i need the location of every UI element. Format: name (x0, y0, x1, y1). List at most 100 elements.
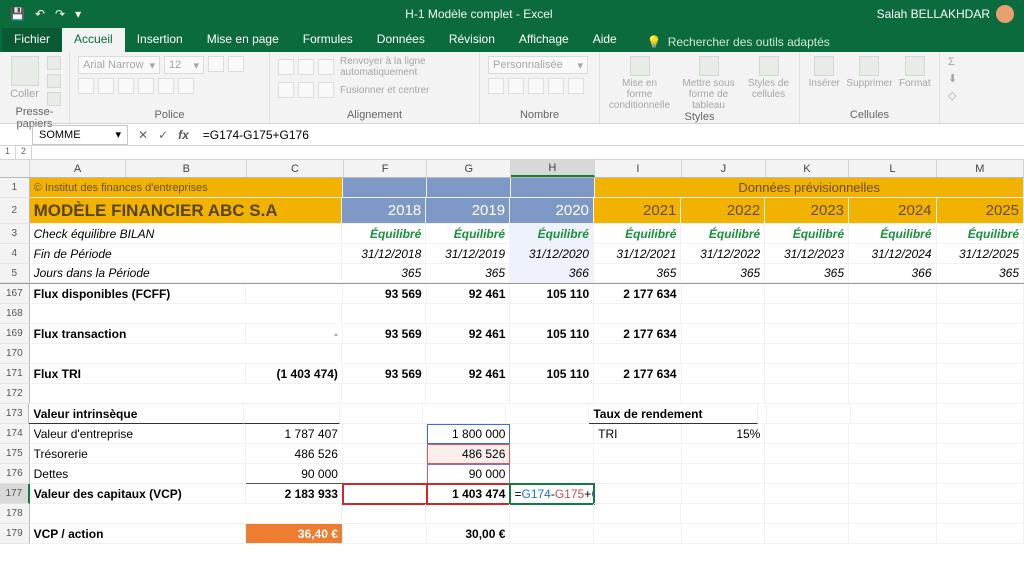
flux-transaction-dash[interactable]: - (246, 324, 343, 344)
clear-icon[interactable]: ◇ (948, 89, 956, 102)
col-M[interactable]: M (937, 160, 1024, 177)
formula-input[interactable]: =G174-G175+G176 (197, 128, 1024, 142)
decrease-font-icon[interactable] (228, 56, 244, 72)
cut-icon[interactable] (47, 56, 61, 70)
tri-label[interactable]: TRI (594, 424, 681, 444)
format-painter-icon[interactable] (47, 92, 61, 106)
treso-label[interactable]: Trésorerie (30, 444, 247, 464)
border-icon[interactable] (138, 78, 154, 94)
underline-icon[interactable] (118, 78, 134, 94)
year-L[interactable]: 2024 (849, 198, 937, 224)
outline-1[interactable]: 1 (0, 146, 16, 159)
redo-icon[interactable]: ↷ (55, 7, 65, 21)
bold-icon[interactable] (78, 78, 94, 94)
outline-2[interactable]: 2 (16, 146, 32, 159)
col-K[interactable]: K (766, 160, 850, 177)
fill-icon[interactable]: ⬇ (948, 72, 957, 85)
vcp-C[interactable]: 2 183 933 (246, 484, 343, 504)
fill-color-icon[interactable] (158, 78, 174, 94)
taux-rendement-label[interactable]: Taux de rendement (589, 404, 758, 424)
tab-insert[interactable]: Insertion (125, 28, 195, 52)
flux-tri-C[interactable]: (1 403 474) (246, 364, 343, 384)
col-F[interactable]: F (344, 160, 428, 177)
col-H[interactable]: H (511, 160, 595, 177)
ve-label[interactable]: Valeur d'entreprise (30, 424, 247, 444)
enter-formula-icon[interactable]: ✓ (158, 128, 168, 142)
col-B[interactable]: B (126, 160, 247, 177)
font-size-select[interactable]: 12▾ (164, 56, 204, 74)
col-G[interactable]: G (427, 160, 511, 177)
vcp-G[interactable]: 1 403 474 (427, 484, 511, 504)
col-J[interactable]: J (682, 160, 766, 177)
name-box[interactable]: SOMME ▾ (32, 125, 128, 145)
insert-cells-button[interactable]: Insérer (808, 56, 840, 89)
user-name[interactable]: Salah BELLAKHDAR (877, 7, 990, 21)
col-I[interactable]: I (595, 160, 682, 177)
wrap-text-button[interactable]: Renvoyer à la ligne automatiquement (340, 56, 471, 78)
vcp-action-label[interactable]: VCP / action (30, 524, 247, 544)
vcp-action-C[interactable]: 36,40 € (246, 524, 343, 544)
active-cell-H177[interactable]: =G174-G175+G176 (510, 484, 594, 504)
year-G[interactable]: 2019 (426, 198, 510, 224)
vcp-label[interactable]: Valeur des capitaux (VCP) (30, 484, 247, 504)
col-A[interactable]: A (30, 160, 127, 177)
align-center-icon[interactable] (298, 82, 314, 98)
comma-icon[interactable] (528, 78, 544, 94)
align-bot-icon[interactable] (318, 59, 334, 75)
font-color-icon[interactable] (178, 78, 194, 94)
year-J[interactable]: 2022 (681, 198, 765, 224)
flux-tri-label[interactable]: Flux TRI (30, 364, 247, 384)
align-left-icon[interactable] (278, 82, 294, 98)
increase-font-icon[interactable] (208, 56, 224, 72)
font-name-select[interactable]: Arial Narrow▾ (78, 56, 160, 74)
tab-review[interactable]: Révision (437, 28, 507, 52)
tab-formulas[interactable]: Formules (291, 28, 365, 52)
select-all-corner[interactable] (0, 160, 30, 177)
avatar[interactable] (996, 5, 1014, 23)
align-right-icon[interactable] (318, 82, 334, 98)
delete-cells-button[interactable]: Supprimer (846, 56, 892, 89)
treso-C[interactable]: 486 526 (246, 444, 343, 464)
percent-icon[interactable] (508, 78, 524, 94)
dec-decimal-icon[interactable] (568, 78, 584, 94)
tab-help[interactable]: Aide (581, 28, 629, 52)
days-label[interactable]: Jours dans la Période (30, 264, 343, 283)
paste-button[interactable]: Coller (8, 56, 41, 100)
vcp-action-G[interactable]: 30,00 € (427, 524, 511, 544)
row-num[interactable]: 1 (0, 178, 30, 198)
fcff-label[interactable]: Flux disponibles (FCFF) (30, 284, 247, 304)
dettes-C[interactable]: 90 000 (246, 464, 343, 484)
treso-G[interactable]: 486 526 (427, 444, 511, 464)
col-C[interactable]: C (247, 160, 344, 177)
undo-icon[interactable]: ↶ (35, 7, 45, 21)
year-H[interactable]: 2020 (510, 198, 594, 224)
tell-me[interactable]: 💡 Rechercher des outils adaptés (629, 28, 840, 52)
dettes-label[interactable]: Dettes (30, 464, 247, 484)
copyright[interactable]: © Institut des finances d'entreprises (30, 178, 344, 198)
fx-icon[interactable]: fx (178, 128, 189, 142)
ve-C[interactable]: 1 787 407 (246, 424, 343, 444)
tab-layout[interactable]: Mise en page (195, 28, 291, 52)
forecast-header[interactable]: Données prévisionnelles (595, 178, 1024, 198)
align-top-icon[interactable] (278, 59, 294, 75)
copy-icon[interactable] (47, 74, 61, 88)
year-F[interactable]: 2018 (342, 198, 426, 224)
check-label[interactable]: Check équilibre BILAN (30, 224, 343, 244)
autosum-icon[interactable]: Σ (948, 56, 955, 68)
currency-icon[interactable] (488, 78, 504, 94)
number-format-select[interactable]: Personnalisée▾ (488, 56, 588, 74)
dettes-G[interactable]: 90 000 (427, 464, 511, 484)
conditional-format-button[interactable]: Mise en forme conditionnelle (608, 56, 671, 111)
format-table-button[interactable]: Mettre sous forme de tableau (677, 56, 740, 111)
tab-view[interactable]: Affichage (507, 28, 581, 52)
cell-styles-button[interactable]: Styles de cellules (746, 56, 791, 100)
align-mid-icon[interactable] (298, 59, 314, 75)
year-I[interactable]: 2021 (594, 198, 682, 224)
italic-icon[interactable] (98, 78, 114, 94)
cancel-formula-icon[interactable]: ✕ (138, 128, 148, 142)
valeur-intr-label[interactable]: Valeur intrinsèque (29, 404, 244, 424)
tri-value[interactable]: 15% (682, 424, 766, 444)
ve-G[interactable]: 1 800 000 (427, 424, 511, 444)
tab-file[interactable]: Fichier (2, 28, 62, 52)
end-period-label[interactable]: Fin de Période (30, 244, 343, 264)
